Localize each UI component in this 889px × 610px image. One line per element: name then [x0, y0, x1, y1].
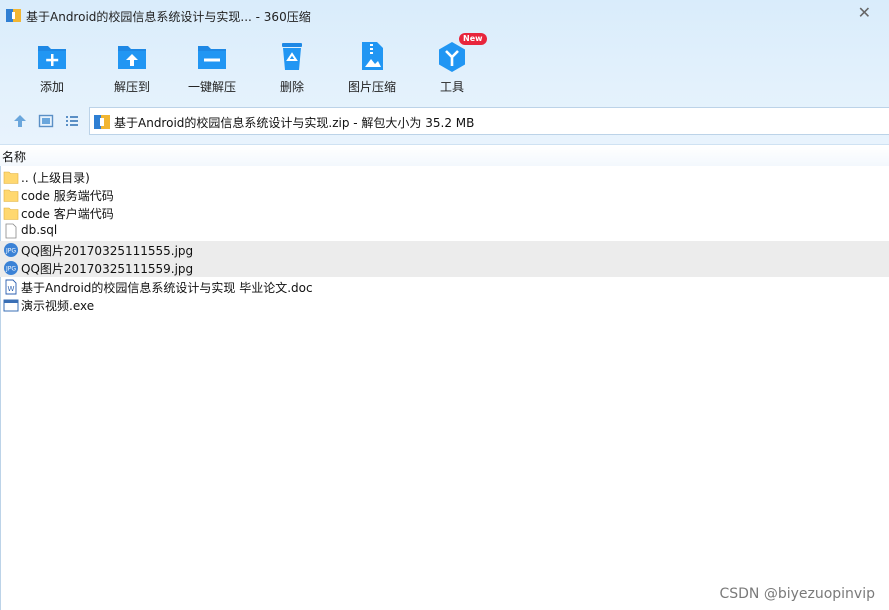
list-item-demo-exe[interactable]: 演示视频.exe	[0, 296, 889, 314]
svg-text:W: W	[8, 285, 15, 293]
doc-icon: W	[5, 279, 17, 295]
list-item-client-code[interactable]: code 客户端代码	[0, 204, 889, 222]
extract-to-icon	[118, 46, 146, 69]
add-folder-icon	[38, 46, 66, 69]
one-click-extract-button[interactable]: 一键解压	[177, 36, 247, 98]
list-item-parent-dir[interactable]: .. (上级目录)	[0, 168, 889, 186]
app-icon	[6, 9, 21, 22]
tools-label: 工具	[439, 80, 464, 94]
folder-icon	[3, 171, 19, 184]
watermark: CSDN @biyezuopinvip	[719, 586, 875, 602]
one-click-extract-icon	[198, 46, 226, 69]
image-compress-icon	[362, 42, 383, 70]
extract-to-button[interactable]: 解压到	[97, 36, 167, 98]
svg-text:JPG: JPG	[5, 266, 16, 273]
thumbnail-view-icon[interactable]	[38, 113, 54, 129]
image-compress-button[interactable]: 图片压缩	[337, 36, 407, 98]
delete-button[interactable]: 删除	[257, 36, 327, 98]
tools-button[interactable]: New 工具	[417, 33, 487, 98]
list-item-label: 演示视频.exe	[21, 299, 95, 313]
folder-icon	[3, 207, 19, 220]
delete-label: 删除	[279, 80, 304, 94]
list-item-thesis-doc[interactable]: W 基于Android的校园信息系统设计与实现 毕业论文.doc	[0, 278, 889, 296]
folder-icon	[3, 189, 19, 202]
title-bar: 基于Android的校园信息系统设计与实现... - 360压缩 ✕	[0, 0, 889, 30]
exe-icon	[3, 299, 19, 312]
svg-text:JPG: JPG	[5, 248, 16, 255]
list-item-label: code 客户端代码	[21, 207, 114, 221]
image-compress-label: 图片压缩	[347, 80, 396, 94]
list-item-label: .. (上级目录)	[21, 171, 90, 185]
jpg-icon: JPG	[4, 243, 18, 257]
jpg-icon: JPG	[4, 261, 18, 275]
list-item-label: QQ图片20170325111559.jpg	[21, 262, 194, 276]
extract-to-label: 解压到	[113, 80, 150, 94]
one-click-extract-label: 一键解压	[187, 80, 236, 94]
list-item-jpg-2[interactable]: JPG QQ图片20170325111559.jpg	[0, 259, 889, 277]
recycle-bin-icon	[282, 43, 302, 70]
close-button[interactable]: ✕	[858, 5, 871, 21]
column-header-label: 名称	[2, 150, 27, 164]
list-item-label: 基于Android的校园信息系统设计与实现 毕业论文.doc	[21, 281, 313, 295]
list-view-icon[interactable]	[64, 113, 80, 129]
list-item-server-code[interactable]: code 服务端代码	[0, 186, 889, 204]
navigation-bar: 基于Android的校园信息系统设计与实现.zip - 解包大小为 35.2 M…	[0, 106, 889, 136]
list-item-jpg-1[interactable]: JPG QQ图片20170325111555.jpg	[0, 241, 889, 259]
list-item-label: db.sql	[21, 223, 58, 237]
up-arrow-icon[interactable]	[12, 113, 28, 129]
zip-archive-icon	[94, 115, 110, 129]
file-icon	[5, 223, 17, 239]
list-item-label: QQ图片20170325111555.jpg	[21, 244, 194, 258]
archive-path: 基于Android的校园信息系统设计与实现.zip - 解包大小为 35.2 M…	[114, 116, 475, 130]
list-item-label: code 服务端代码	[21, 189, 114, 203]
list-item-db-sql[interactable]: db.sql	[0, 222, 889, 240]
add-label: 添加	[39, 80, 64, 94]
column-header-name[interactable]: 名称	[0, 146, 889, 166]
window-title: 基于Android的校园信息系统设计与实现... - 360压缩	[26, 10, 311, 24]
header: 基于Android的校园信息系统设计与实现... - 360压缩 ✕ 添加 解压…	[0, 0, 889, 145]
add-button[interactable]: 添加	[17, 36, 87, 98]
address-bar[interactable]: 基于Android的校园信息系统设计与实现.zip - 解包大小为 35.2 M…	[89, 107, 889, 135]
toolbar: 添加 解压到 一键解压 删除 图片压缩 New 工具	[0, 33, 889, 98]
new-badge: New	[459, 33, 487, 45]
